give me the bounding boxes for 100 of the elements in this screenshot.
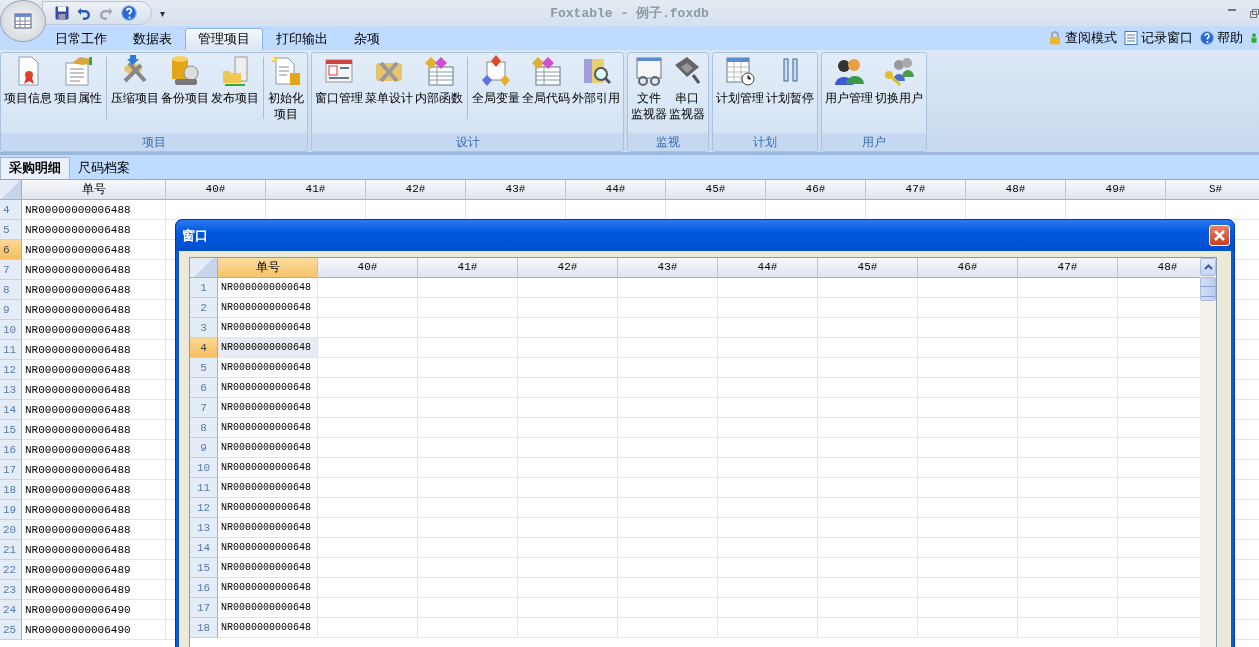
select-all-corner[interactable] xyxy=(0,180,22,200)
column-header[interactable]: 44# xyxy=(718,258,818,278)
ribbon-tab[interactable]: 杂项 xyxy=(341,28,393,50)
row-number[interactable]: 13 xyxy=(0,380,22,400)
row-number[interactable]: 14 xyxy=(0,400,22,420)
column-header[interactable]: 41# xyxy=(418,258,518,278)
column-header[interactable]: 43# xyxy=(618,258,718,278)
column-header[interactable]: 42# xyxy=(366,180,466,200)
row-number[interactable]: 7 xyxy=(0,260,22,280)
row-number[interactable]: 15 xyxy=(190,558,218,578)
restore-button[interactable] xyxy=(1250,8,1259,18)
column-header[interactable]: 40# xyxy=(166,180,266,200)
row-number[interactable]: 17 xyxy=(0,460,22,480)
ribbon-button[interactable]: 备份项目 xyxy=(160,55,210,106)
ribbon-button[interactable]: 内部函数 xyxy=(414,55,464,106)
close-button[interactable] xyxy=(1209,225,1230,246)
column-header[interactable]: 46# xyxy=(766,180,866,200)
row-number[interactable]: 5 xyxy=(190,358,218,378)
row-number[interactable]: 10 xyxy=(190,458,218,478)
row-number[interactable]: 11 xyxy=(0,340,22,360)
ribbon-button[interactable]: 菜单设计 xyxy=(364,55,414,106)
ribbon-tab[interactable]: 打印输出 xyxy=(263,28,341,50)
save-button[interactable] xyxy=(53,5,71,21)
row-number[interactable]: 25 xyxy=(0,620,22,640)
row-number[interactable]: 9 xyxy=(190,438,218,458)
ribbon-button[interactable]: 文件监视器 xyxy=(630,55,668,122)
row-number[interactable]: 2 xyxy=(190,298,218,318)
row-number[interactable]: 8 xyxy=(0,280,22,300)
ribbon-button[interactable]: 用户管理 xyxy=(824,55,874,106)
row-number[interactable]: 23 xyxy=(0,580,22,600)
ribbon-link[interactable]: 查阅模式 xyxy=(1047,29,1117,47)
ribbon-button[interactable]: 压缩项目 xyxy=(110,55,160,106)
ribbon-button[interactable]: 初始化项目 xyxy=(267,55,305,122)
column-header[interactable]: 42# xyxy=(518,258,618,278)
ribbon-button[interactable]: 串口监视器 xyxy=(668,55,706,122)
row-number[interactable]: 10 xyxy=(0,320,22,340)
row-number[interactable]: 6 xyxy=(190,378,218,398)
column-header[interactable]: 单号 xyxy=(218,258,318,278)
row-number[interactable]: 18 xyxy=(0,480,22,500)
column-header[interactable]: S# xyxy=(1166,180,1259,200)
ribbon-button[interactable]: 计划管理 xyxy=(715,55,765,106)
ribbon-button[interactable]: 项目属性 xyxy=(53,55,103,106)
row-number[interactable]: 15 xyxy=(0,420,22,440)
row-number[interactable]: 3 xyxy=(190,318,218,338)
row-number[interactable]: 11 xyxy=(190,478,218,498)
row-number[interactable]: 1 xyxy=(190,278,218,298)
column-header[interactable]: 48# xyxy=(1118,258,1201,278)
ribbon-tab[interactable]: 数据表 xyxy=(120,28,185,50)
scroll-up-button[interactable] xyxy=(1200,258,1216,276)
row-number[interactable]: 9 xyxy=(0,300,22,320)
ribbon-button[interactable]: 窗口管理 xyxy=(314,55,364,106)
column-header[interactable]: 41# xyxy=(266,180,366,200)
ribbon-button[interactable]: 全局变量 xyxy=(471,55,521,106)
sheet-tab[interactable]: 采购明细 xyxy=(0,157,70,179)
ribbon-tab[interactable]: 日常工作 xyxy=(42,28,120,50)
row-number[interactable]: 19 xyxy=(0,500,22,520)
help-button[interactable] xyxy=(119,4,139,22)
row-number[interactable]: 4 xyxy=(190,338,218,358)
row-number[interactable]: 7 xyxy=(190,398,218,418)
ribbon-button[interactable]: 发布项目 xyxy=(210,55,260,106)
ribbon-button[interactable]: 外部引用 xyxy=(571,55,621,106)
row-number[interactable]: 22 xyxy=(0,560,22,580)
column-header[interactable]: 45# xyxy=(666,180,766,200)
column-header[interactable]: 46# xyxy=(918,258,1018,278)
ribbon-button[interactable]: 全局代码 xyxy=(521,55,571,106)
column-header[interactable]: 47# xyxy=(1018,258,1118,278)
row-number[interactable]: 18 xyxy=(190,618,218,638)
select-all-corner[interactable] xyxy=(190,258,218,278)
column-header[interactable]: 43# xyxy=(466,180,566,200)
sheet-tab[interactable]: 尺码档案 xyxy=(70,157,138,179)
column-header[interactable]: 40# xyxy=(318,258,418,278)
row-number[interactable]: 12 xyxy=(190,498,218,518)
column-header[interactable]: 47# xyxy=(866,180,966,200)
row-number[interactable]: 21 xyxy=(0,540,22,560)
ribbon-tab[interactable]: 管理项目 xyxy=(185,28,263,50)
scrollbar[interactable] xyxy=(1200,258,1216,647)
ribbon-link[interactable]: 记录窗口 xyxy=(1123,29,1193,47)
row-number[interactable]: 4 xyxy=(0,200,22,220)
ribbon-link[interactable]: 帮助 xyxy=(1199,29,1243,47)
row-number[interactable]: 8 xyxy=(190,418,218,438)
row-number[interactable]: 17 xyxy=(190,598,218,618)
ribbon-button[interactable]: 切换用户 xyxy=(874,55,924,106)
column-header[interactable]: 49# xyxy=(1066,180,1166,200)
ribbon-button[interactable]: 计划暂停 xyxy=(765,55,815,106)
column-header[interactable]: 48# xyxy=(966,180,1066,200)
row-number[interactable]: 13 xyxy=(190,518,218,538)
row-number[interactable]: 5 xyxy=(0,220,22,240)
column-header[interactable]: 44# xyxy=(566,180,666,200)
customize-menu-button[interactable]: ▾ xyxy=(160,7,165,19)
column-header[interactable]: 单号 xyxy=(22,180,166,200)
scroll-thumb[interactable] xyxy=(1200,277,1216,301)
row-number[interactable]: 20 xyxy=(0,520,22,540)
application-menu-button[interactable] xyxy=(0,0,46,42)
row-number[interactable]: 12 xyxy=(0,360,22,380)
row-number[interactable]: 14 xyxy=(190,538,218,558)
ribbon-button[interactable]: 项目信息 xyxy=(3,55,53,106)
row-number[interactable]: 16 xyxy=(0,440,22,460)
row-number[interactable]: 16 xyxy=(190,578,218,598)
row-number[interactable]: 24 xyxy=(0,600,22,620)
row-number[interactable]: 6 xyxy=(0,240,22,260)
